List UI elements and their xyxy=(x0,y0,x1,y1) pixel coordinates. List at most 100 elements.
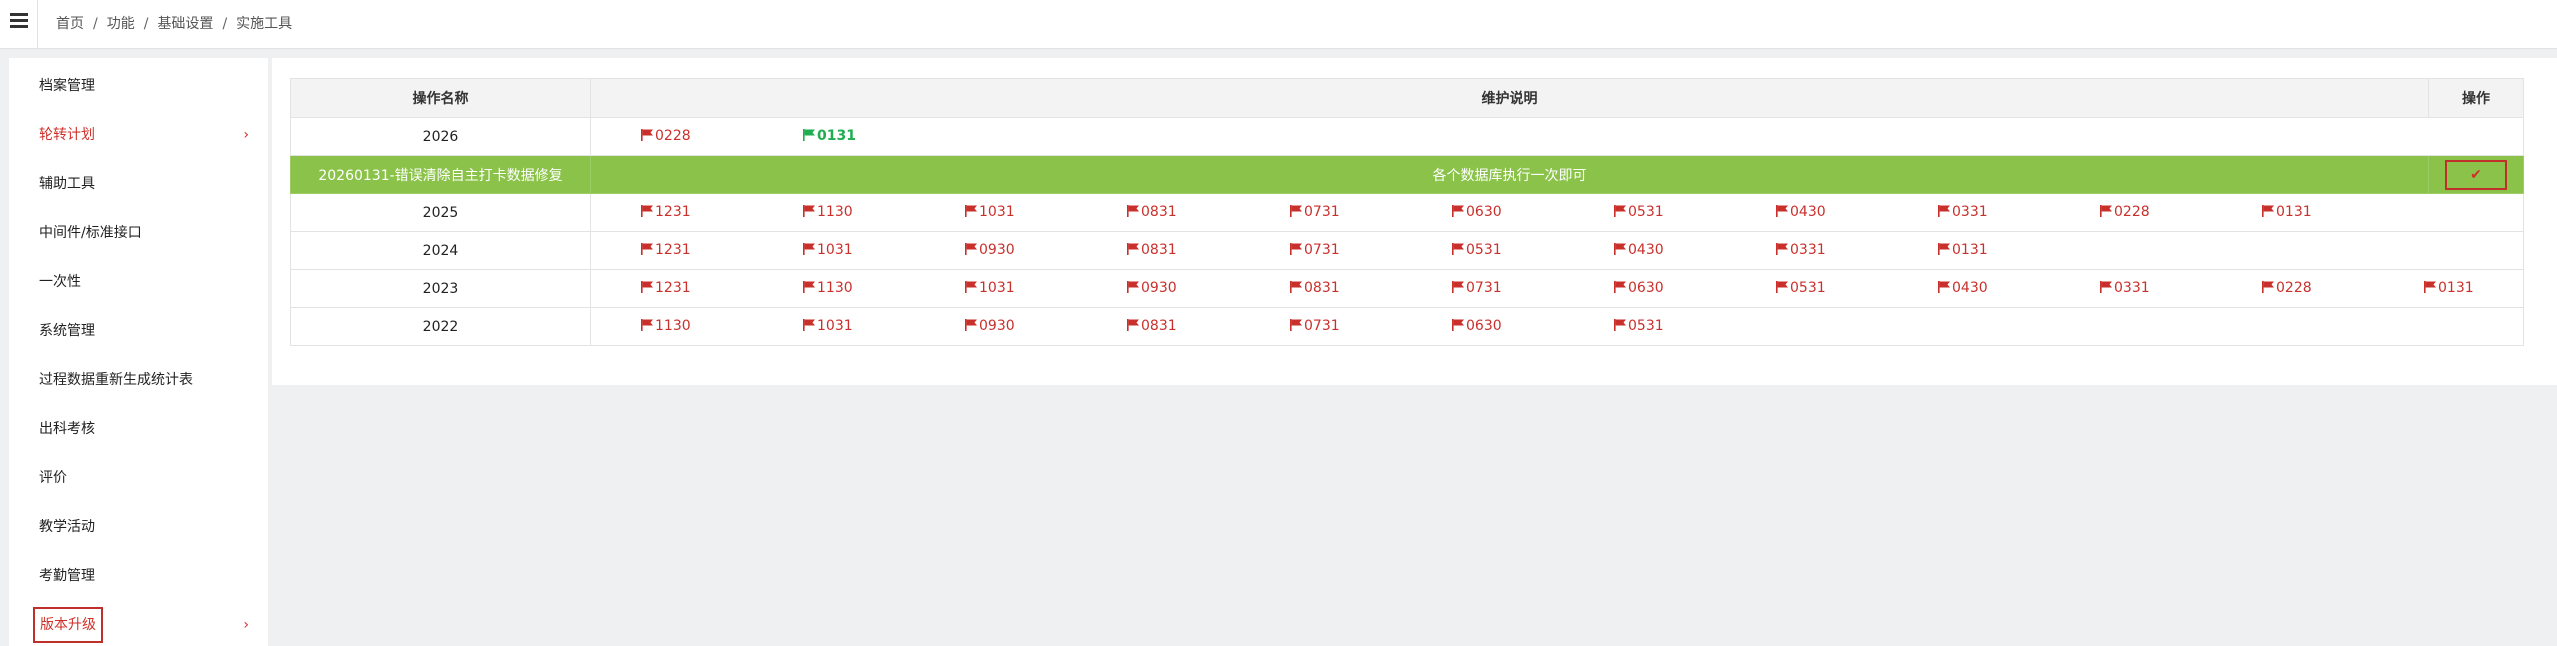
flag-link[interactable]: 1031 xyxy=(803,308,853,345)
flag-link[interactable]: 0131 xyxy=(1938,232,1988,269)
sidebar-item[interactable]: 系统管理 xyxy=(39,319,249,343)
flag-link[interactable]: 0430 xyxy=(1776,194,1826,231)
flag-link[interactable]: 0430 xyxy=(1614,232,1664,269)
flag-icon xyxy=(803,318,817,334)
flag-icon xyxy=(1614,204,1628,220)
sidebar-item[interactable]: 中间件/标准接口 xyxy=(39,221,249,245)
flag-icon xyxy=(1127,318,1141,334)
sidebar-item[interactable]: 辅助工具 xyxy=(39,172,249,196)
flag-label: 0930 xyxy=(979,242,1015,258)
sidebar-item[interactable]: 版本升级 › xyxy=(33,607,249,643)
flag-icon xyxy=(1776,204,1790,220)
flag-link[interactable]: 1231 xyxy=(641,232,691,269)
top-bar: 首页 / 功能 / 基础设置 / 实施工具 xyxy=(0,0,2557,49)
execute-check-button[interactable]: ✔ xyxy=(2445,159,2507,190)
flag-link[interactable]: 0831 xyxy=(1290,270,1340,307)
row-flags-cell: 0228 0131 xyxy=(590,117,2524,156)
flag-link[interactable]: 0430 xyxy=(1938,270,1988,307)
flag-link[interactable]: 0930 xyxy=(965,308,1015,345)
breadcrumb-basic-settings[interactable]: 基础设置 xyxy=(157,16,213,32)
flag-link[interactable]: 0630 xyxy=(1452,308,1502,345)
sidebar-item[interactable]: 考勤管理 xyxy=(39,564,249,588)
flag-icon xyxy=(1127,280,1141,296)
flag-link[interactable]: 0228 xyxy=(2262,270,2312,307)
sidebar-item[interactable]: 一次性 xyxy=(39,270,249,294)
chevron-right-icon: › xyxy=(243,127,249,143)
row-flags-cell: 1130 1031 0930 0831 0731 0630 0531 xyxy=(590,307,2524,346)
sidebar-item[interactable]: 轮转计划 › xyxy=(39,123,249,147)
flag-link[interactable]: 0331 xyxy=(2100,270,2150,307)
sidebar-item[interactable]: 评价 xyxy=(39,466,249,490)
flag-icon xyxy=(1776,280,1790,296)
breadcrumb-separator: / xyxy=(222,16,228,32)
flag-label: 0930 xyxy=(1141,280,1177,296)
flag-link[interactable]: 0531 xyxy=(1614,308,1664,345)
table-row: 2024 1231 1031 0930 0831 0731 0531 0430 0331 0131 xyxy=(290,231,2524,270)
flag-icon xyxy=(1290,318,1304,334)
flag-link[interactable]: 0731 xyxy=(1290,194,1340,231)
flag-link[interactable]: 1031 xyxy=(803,232,853,269)
flag-link[interactable]: 0731 xyxy=(1290,308,1340,345)
chevron-right-icon: › xyxy=(243,617,249,633)
flag-link[interactable]: 0930 xyxy=(1127,270,1177,307)
flag-icon xyxy=(1614,318,1628,334)
flag-label: 1031 xyxy=(979,204,1015,220)
flag-link[interactable]: 1031 xyxy=(965,270,1015,307)
flag-icon xyxy=(2262,204,2276,220)
breadcrumb-home[interactable]: 首页 xyxy=(56,16,84,32)
flag-icon xyxy=(1127,242,1141,258)
sidebar-item[interactable]: 出科考核 xyxy=(39,417,249,441)
flag-link[interactable]: 1130 xyxy=(803,270,853,307)
flag-label: 0630 xyxy=(1466,318,1502,334)
flag-icon xyxy=(641,318,655,334)
flag-link[interactable]: 0731 xyxy=(1290,232,1340,269)
flag-link[interactable]: 1130 xyxy=(641,308,691,345)
flag-icon xyxy=(2100,204,2114,220)
flag-link[interactable]: 0131 xyxy=(803,118,856,155)
flag-link[interactable]: 1031 xyxy=(965,194,1015,231)
flag-label: 1130 xyxy=(817,280,853,296)
flag-link[interactable]: 0228 xyxy=(2100,194,2150,231)
breadcrumb-function[interactable]: 功能 xyxy=(107,16,135,32)
hamburger-menu-icon[interactable] xyxy=(0,0,38,48)
flag-link[interactable]: 0531 xyxy=(1776,270,1826,307)
header-name: 操作名称 xyxy=(290,78,591,118)
flag-icon xyxy=(965,318,979,334)
flag-link[interactable]: 0630 xyxy=(1452,194,1502,231)
flag-icon xyxy=(1452,242,1466,258)
flag-icon xyxy=(1614,242,1628,258)
sidebar-item-label: 过程数据重新生成统计表 xyxy=(39,372,193,388)
sidebar-item[interactable]: 档案管理 xyxy=(39,74,249,98)
flag-link[interactable]: 0731 xyxy=(1452,270,1502,307)
sidebar-item[interactable]: 过程数据重新生成统计表 xyxy=(39,368,249,392)
sidebar-item-label: 一次性 xyxy=(39,274,81,290)
flag-icon xyxy=(1938,280,1952,296)
flag-icon xyxy=(965,242,979,258)
row-flags-cell: 1231 1031 0930 0831 0731 0531 0430 0331 0131 xyxy=(590,231,2524,270)
flag-link[interactable]: 0831 xyxy=(1127,194,1177,231)
sidebar-item-label: 版本升级 xyxy=(33,607,103,643)
flag-link[interactable]: 1231 xyxy=(641,270,691,307)
flag-icon xyxy=(1290,242,1304,258)
flag-link[interactable]: 0531 xyxy=(1452,232,1502,269)
header-op: 操作 xyxy=(2428,78,2524,118)
breadcrumb-separator: / xyxy=(93,16,98,32)
flag-link[interactable]: 1130 xyxy=(803,194,853,231)
flag-link[interactable]: 0531 xyxy=(1614,194,1664,231)
sidebar-item[interactable]: 教学活动 xyxy=(39,515,249,539)
flag-link[interactable]: 0831 xyxy=(1127,232,1177,269)
flag-link[interactable]: 0131 xyxy=(2262,194,2312,231)
flag-link[interactable]: 0930 xyxy=(965,232,1015,269)
flag-link[interactable]: 0228 xyxy=(641,118,691,155)
flag-label: 0531 xyxy=(1790,280,1826,296)
header-desc: 维护说明 xyxy=(590,78,2429,118)
flag-link[interactable]: 0630 xyxy=(1614,270,1664,307)
flag-link[interactable]: 0331 xyxy=(1938,194,1988,231)
flag-link[interactable]: 1231 xyxy=(641,194,691,231)
flag-link[interactable]: 0131 xyxy=(2424,270,2474,307)
flag-icon xyxy=(803,280,817,296)
flag-link[interactable]: 0331 xyxy=(1776,232,1826,269)
flag-label: 0831 xyxy=(1141,242,1177,258)
flag-link[interactable]: 0831 xyxy=(1127,308,1177,345)
flag-label: 0131 xyxy=(2276,204,2312,220)
